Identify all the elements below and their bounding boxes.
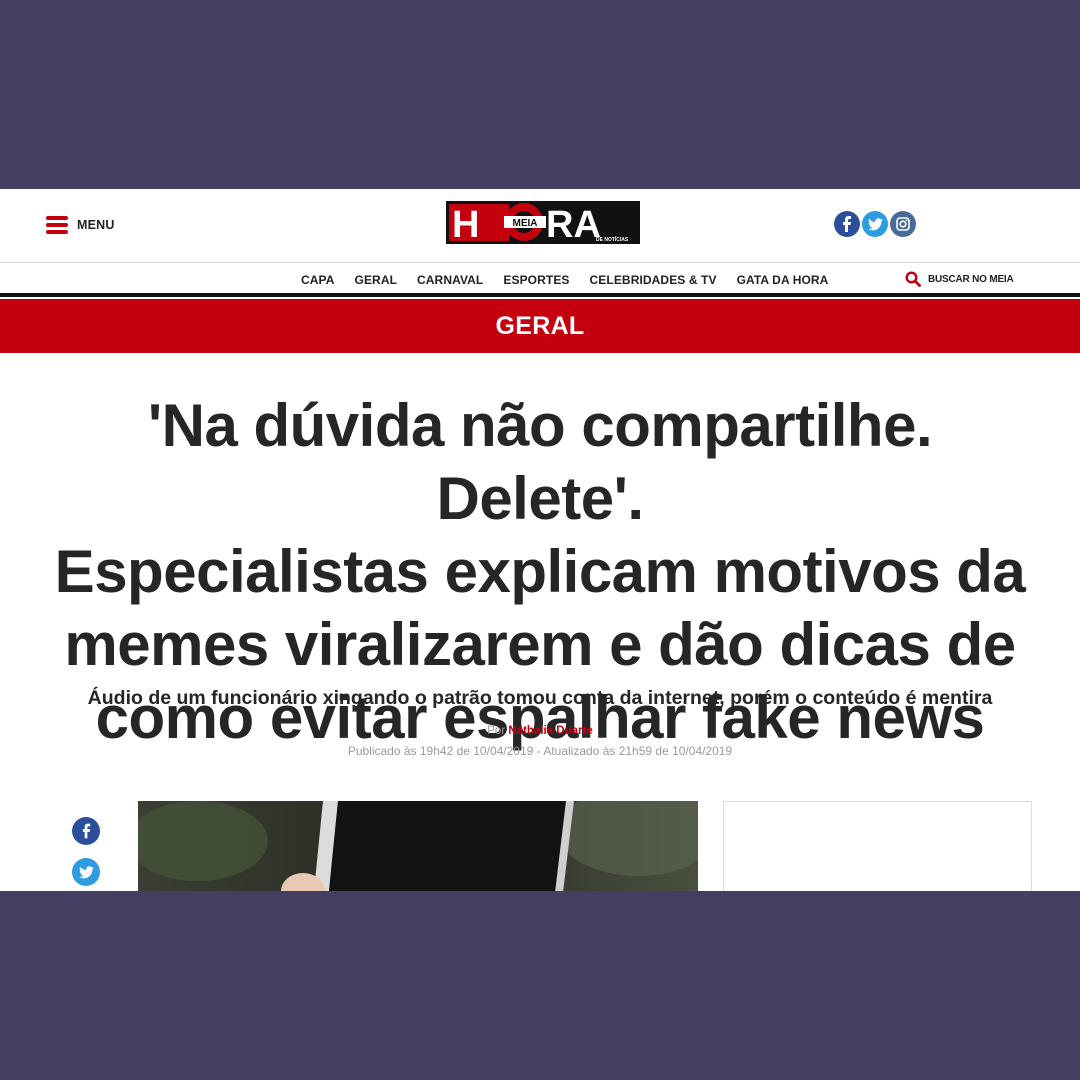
svg-text:MEIA: MEIA — [513, 218, 538, 229]
headline-line: memes viralizarem e dão dicas de — [64, 611, 1016, 678]
headline-line: 'Na dúvida não compartilhe. Delete'. — [147, 392, 933, 532]
menu-button[interactable]: MENU — [46, 216, 115, 234]
instagram-icon[interactable] — [890, 211, 916, 237]
search-button[interactable]: BUSCAR NO MEIA — [905, 271, 1014, 287]
svg-text:RA: RA — [546, 204, 601, 244]
twitter-icon[interactable] — [862, 211, 888, 237]
headline-line: Especialistas explicam motivos da — [54, 538, 1026, 605]
article-subtitle: Áudio de um funcionário xingando o patrã… — [87, 687, 993, 709]
share-twitter-icon[interactable] — [72, 858, 100, 886]
article-hero-image[interactable] — [138, 801, 698, 891]
section-banner: GERAL — [0, 299, 1080, 353]
nav-item-geral[interactable]: GERAL — [355, 273, 398, 287]
social-links — [834, 211, 916, 237]
menu-label: MENU — [77, 218, 115, 232]
search-icon — [905, 271, 921, 287]
hamburger-icon — [46, 216, 68, 234]
svg-text:DE NOTÍCIAS: DE NOTÍCIAS — [596, 235, 629, 243]
main-nav: CAPA GERAL CARNAVAL ESPORTES CELEBRIDADE… — [0, 263, 1080, 297]
nav-item-capa[interactable]: CAPA — [301, 273, 335, 287]
publish-dates: Publicado às 19h42 de 10/04/2019 - Atual… — [347, 744, 733, 758]
section-title[interactable]: GERAL — [496, 312, 585, 341]
site-header: MENU H MEIA RA DE NOTÍCIAS — [0, 189, 1080, 263]
ad-placeholder — [723, 801, 1032, 891]
article-byline: Por Nathalia Duarte — [0, 725, 1080, 737]
author-link[interactable]: Nathalia Duarte — [508, 725, 592, 737]
meia-hora-logo[interactable]: H MEIA RA DE NOTÍCIAS — [446, 201, 640, 244]
search-label: BUSCAR NO MEIA — [928, 273, 1014, 285]
browser-page: MENU H MEIA RA DE NOTÍCIAS CAPA GERAL CA… — [0, 189, 1080, 891]
byline-prefix: Por — [487, 725, 506, 737]
facebook-icon[interactable] — [834, 211, 860, 237]
share-facebook-icon[interactable] — [72, 817, 100, 845]
nav-item-esportes[interactable]: ESPORTES — [503, 273, 569, 287]
nav-item-celebridades[interactable]: CELEBRIDADES & TV — [590, 273, 717, 287]
svg-text:H: H — [452, 204, 479, 244]
share-bar — [72, 817, 100, 886]
nav-item-gata-da-hora[interactable]: GATA DA HORA — [737, 273, 829, 287]
nav-item-carnaval[interactable]: CARNAVAL — [417, 273, 483, 287]
